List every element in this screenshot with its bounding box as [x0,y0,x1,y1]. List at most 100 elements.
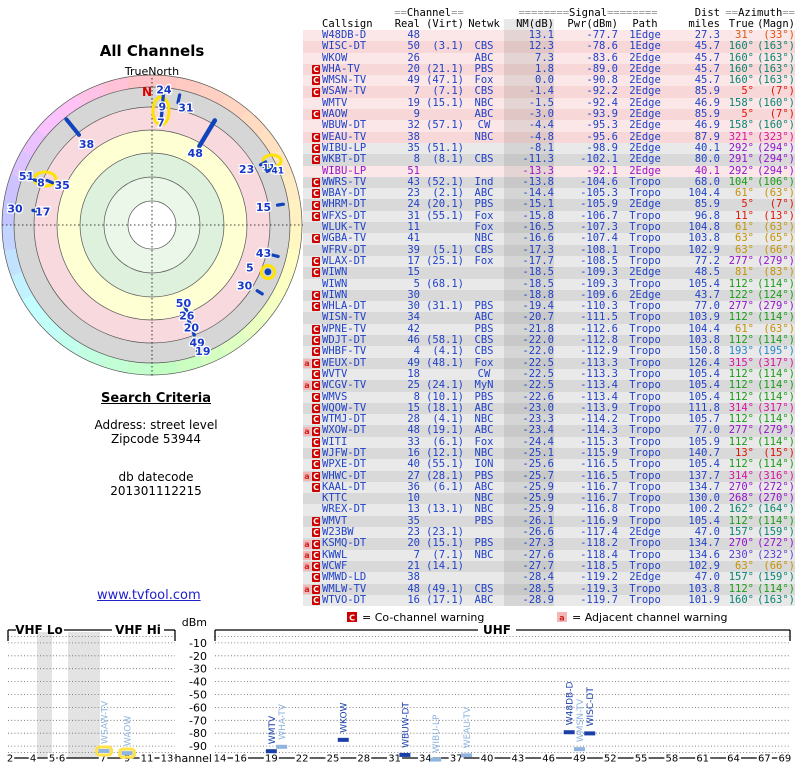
virtual-channel-cell: (8.1) [432,153,464,166]
svg-text:a: a [559,614,564,623]
station-signal-bar [276,744,288,749]
co-channel-warning-icon: C [312,257,320,267]
azimuth-magnetic-cell: (65°) [763,232,795,245]
table-row: a C WCGV-TV 25 (24.1) MyN -22.5 -113.4 Tropo 105.… [303,379,795,392]
distance-cell: 80.0 [694,153,720,166]
adjacent-channel-warning-icon: a [303,426,311,436]
network-cell: PBS [474,514,494,527]
table-row: WBUW-DT 32 (57.1) CW -4.4 -95.3 2Edge 46.9 158°(… [303,119,795,132]
distance-cell: 105.4 [688,379,720,392]
tvfool-link[interactable]: www.tvfool.com [97,588,201,603]
dbm-tick-label: -50 [189,689,207,702]
virtual-channel-cell: (55.1) [426,209,464,222]
power-cell: -95.3 [586,119,618,132]
warning-markers: aC [303,425,320,436]
warning-markers: C [303,256,320,267]
warning-markers: C [303,437,320,448]
channel-marker-label: 26 [179,310,195,323]
station-signal-bar [584,731,596,736]
warning-markers: aC [303,538,320,549]
path-cell: 1Edge [629,40,661,53]
adjacent-channel-warning-icon: a [303,358,311,368]
virtual-channel-cell [420,267,464,278]
channel-marker-label: 30 [7,203,23,216]
channel-tick-label: 46 [542,754,555,765]
power-cell: -113.4 [580,379,618,392]
azimuth-magnetic-cell: (114°) [757,458,795,471]
co-channel-warning-icon: C [312,110,320,120]
azimuth-true-cell: 160° [728,40,754,53]
virtual-channel-cell: (13.1) [426,503,464,516]
channel-tick-label: 58 [666,754,679,765]
co-channel-warning-icon: C [312,562,320,572]
network-cell: MyN [474,379,494,392]
co-channel-warning-icon: C [312,290,320,300]
channel-marker-label: 23 [239,163,254,176]
warning-markers [303,41,320,52]
co-channel-warning-icon: C [312,584,320,594]
station-signal-bar [573,747,585,752]
frequency-gap-band [68,632,100,758]
real-channel-cell: 15 [407,266,420,279]
channel-tick-label: 31 [388,754,401,765]
co-channel-warning-icon: C [312,437,320,447]
channel-tick-label: 49 [573,754,586,765]
virtual-channel-cell: (57.1) [426,119,464,132]
frequency-gap-band [37,632,52,758]
channel-marker-label: 41 [271,167,284,177]
virtual-channel-cell: (48.1) [426,356,464,369]
warning-markers: C [303,86,320,97]
distance-cell: 103.8 [688,232,720,245]
noise-margin-cell: -22.0 [504,345,554,358]
real-channel-cell: 8 [413,153,420,166]
azimuth-true-cell: 277° [728,424,754,437]
dbm-tick-label: -30 [189,663,207,676]
channel-tick-label: 40 [481,754,494,765]
azimuth-magnetic-cell: (294°) [757,153,795,166]
co-channel-warning-icon: C [312,234,320,244]
station-bar-label: WSAW-TV [101,700,111,744]
channel-tick-label: 14 [214,754,227,765]
azimuth-magnetic-cell: (195°) [757,345,795,358]
co-channel-legend-text: = Co-channel warning [362,611,484,624]
co-channel-warning-icon: C [312,392,320,402]
co-channel-warning-icon: C [312,550,320,560]
co-channel-warning-icon: C [312,132,320,142]
distance-cell: 105.4 [688,458,720,471]
real-channel-cell: 20 [407,537,420,550]
adjacent-channel-warning-icon: a [303,471,311,481]
callsign-cell: WPXE-DT [322,458,367,471]
co-channel-warning-icon: C [312,87,320,97]
callsign-cell: WHBF-TV [322,345,367,358]
channel-table: ==Channel== ========Signal======== Dist … [303,8,795,607]
noise-margin-cell: -11.3 [504,153,554,166]
warning-markers [303,493,320,504]
warning-markers: C [303,177,320,188]
warning-markers [303,312,320,323]
real-channel-cell: 50 [407,40,420,53]
warning-markers [303,504,320,515]
noise-margin-cell: -18.5 [504,266,554,279]
table-row: a C WXOW-DT 48 (19.1) ABC -23.4 -114.3 Tropo 77.0… [303,424,795,437]
channel-marker-label: 35 [55,179,70,192]
channel-marker-label: 8 [37,176,45,189]
virtual-channel-cell: (24.1) [426,379,464,392]
warning-markers [303,279,320,290]
table-row: C WMWD-LD 38 -28.4 -119.2 2Edge 47.0 157° (159°) [303,571,795,584]
channel-marker-label: 5 [246,261,254,274]
distance-cell: 48.5 [694,266,720,279]
power-cell: -114.3 [580,424,618,437]
uhf-band-label: UHF [483,623,511,637]
co-channel-warning-icon: C [312,573,320,583]
azimuth-magnetic-cell: (272°) [757,537,795,550]
network-cell: CBS [474,345,494,358]
azimuth-magnetic-cell: (114°) [757,379,795,392]
co-channel-warning-icon: C [312,200,320,210]
channel-tick-label: 52 [604,754,617,765]
power-cell: -107.4 [580,232,618,245]
channel-marker-label: 50 [176,297,192,310]
station-bar-label: WBUW-DT [401,702,411,748]
virtual-channel-cell [420,222,464,233]
svg-text:C: C [349,614,355,623]
co-channel-warning-icon: C [312,336,320,346]
